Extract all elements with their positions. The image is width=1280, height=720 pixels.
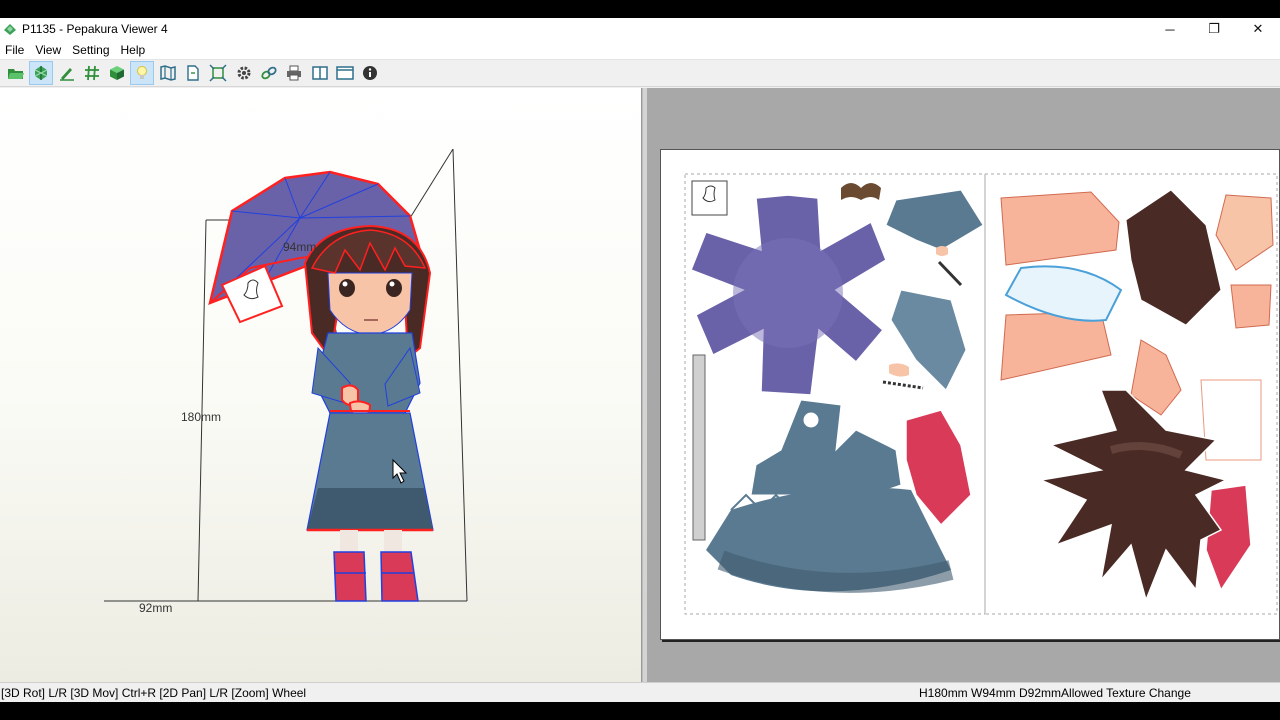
letterbox-top xyxy=(0,0,1280,18)
edit-pen-icon xyxy=(59,68,74,81)
status-hint: [3D Rot] L/R [3D Mov] Ctrl+R [2D Pan] L/… xyxy=(1,686,307,700)
menu-bar: File View Setting Help xyxy=(0,40,1280,59)
split-view-button[interactable] xyxy=(308,61,332,85)
status-info: H180mm W94mm D92mmAllowed Texture Change xyxy=(919,686,1191,700)
close-button[interactable]: ✕ xyxy=(1236,18,1280,40)
3d-cube-icon xyxy=(110,66,125,80)
edit-button[interactable] xyxy=(55,61,79,85)
print-button[interactable] xyxy=(282,61,306,85)
menu-setting[interactable]: Setting xyxy=(67,43,115,57)
title-bar: P1135 - Pepakura Viewer 4 ─ ❐ ✕ xyxy=(0,18,1280,40)
info-icon xyxy=(363,66,378,80)
open-folder-icon xyxy=(8,69,24,79)
toolbar xyxy=(0,59,1280,87)
umbrella-part xyxy=(690,194,887,396)
settings-button[interactable] xyxy=(232,61,256,85)
lightbulb-icon xyxy=(137,66,148,79)
character-model xyxy=(303,224,434,602)
3d-button[interactable] xyxy=(105,61,129,85)
fit-button[interactable] xyxy=(206,61,230,85)
2d-view-pane[interactable] xyxy=(647,88,1280,682)
link-button[interactable] xyxy=(257,61,281,85)
unfold-button[interactable] xyxy=(29,61,54,85)
window-controls: ─ ❐ ✕ xyxy=(1148,18,1280,40)
width-dimension-label: 94mm xyxy=(283,240,317,254)
status-bar: [3D Rot] L/R [3D Mov] Ctrl+R [2D Pan] L/… xyxy=(0,682,1280,702)
gear-icon xyxy=(237,66,251,80)
light-button[interactable] xyxy=(130,61,155,85)
texture-button[interactable] xyxy=(156,61,180,85)
minimize-button[interactable]: ─ xyxy=(1148,18,1192,40)
3d-view-pane[interactable]: 94mm 180mm 92mm xyxy=(0,88,642,682)
menu-file[interactable]: File xyxy=(0,43,30,57)
open-button[interactable] xyxy=(4,61,28,85)
window-button[interactable] xyxy=(333,61,357,85)
menu-help[interactable]: Help xyxy=(116,43,152,57)
pepakura-app-icon xyxy=(4,24,16,35)
paper-sheet[interactable] xyxy=(660,149,1280,640)
unfolded-pattern-canvas[interactable] xyxy=(661,150,1279,639)
restore-button[interactable]: ❐ xyxy=(1192,18,1236,40)
printer-icon xyxy=(287,65,302,81)
grid-icon xyxy=(84,65,99,81)
window-title: P1135 - Pepakura Viewer 4 xyxy=(22,22,168,36)
window-icon xyxy=(336,66,354,80)
pepakura-window: P1135 - Pepakura Viewer 4 ─ ❐ ✕ File Vie… xyxy=(0,18,1280,702)
menu-view[interactable]: View xyxy=(30,43,67,57)
map-icon xyxy=(160,65,176,81)
page-icon xyxy=(187,65,199,81)
page-button[interactable] xyxy=(181,61,205,85)
info-button[interactable] xyxy=(358,61,382,85)
depth-dimension-label: 92mm xyxy=(139,601,173,615)
3d-model-canvas[interactable] xyxy=(0,88,642,682)
split-view-icon xyxy=(311,66,328,80)
fit-view-icon xyxy=(209,64,227,82)
letterbox-bottom xyxy=(0,702,1280,720)
height-dimension-label: 180mm xyxy=(181,410,222,424)
grid-button[interactable] xyxy=(80,61,104,85)
unfold-icon xyxy=(35,66,48,80)
link-icon xyxy=(261,66,277,80)
